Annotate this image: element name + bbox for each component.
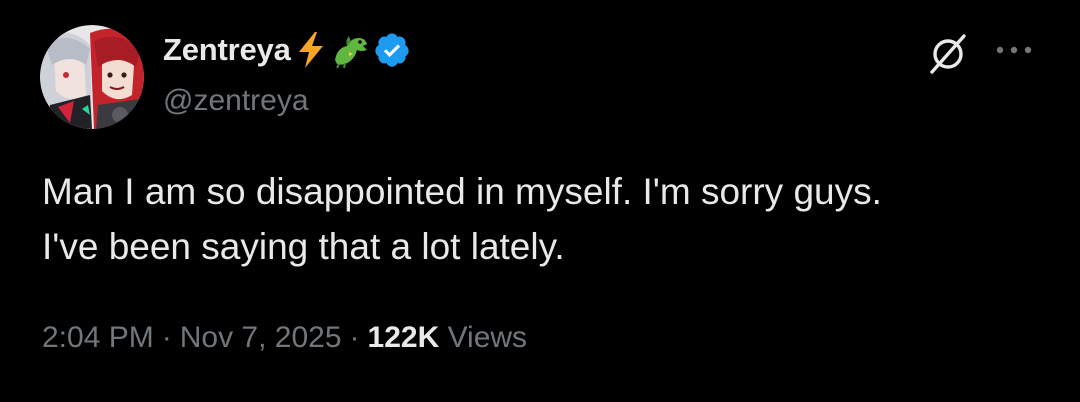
tweet-card: Zentreya @zentreya Man I am so disappoin… [0,0,1080,402]
dragon-icon [331,30,367,70]
display-name[interactable]: Zentreya [163,32,291,68]
more-horizontal-icon[interactable] [992,40,1036,60]
tweet-header: Zentreya @zentreya [163,28,411,128]
lightning-bolt-icon [293,30,329,70]
author-handle[interactable]: @zentreya [163,84,411,118]
views-count: 122K [367,321,440,354]
views-label: Views [447,321,528,354]
tweet-metadata: 2:04 PM · Nov 7, 2025 · 122K Views [42,321,527,355]
separator: · [161,321,172,354]
date[interactable]: Nov 7, 2025 [180,321,342,354]
grok-icon[interactable] [926,32,970,76]
timestamp[interactable]: 2:04 PM [42,321,154,354]
name-row: Zentreya [163,28,411,72]
separator: · [349,321,360,354]
tweet-text: Man I am so disappointed in myself. I'm … [42,171,882,267]
verified-badge-icon [373,31,411,69]
avatar[interactable] [40,25,144,129]
